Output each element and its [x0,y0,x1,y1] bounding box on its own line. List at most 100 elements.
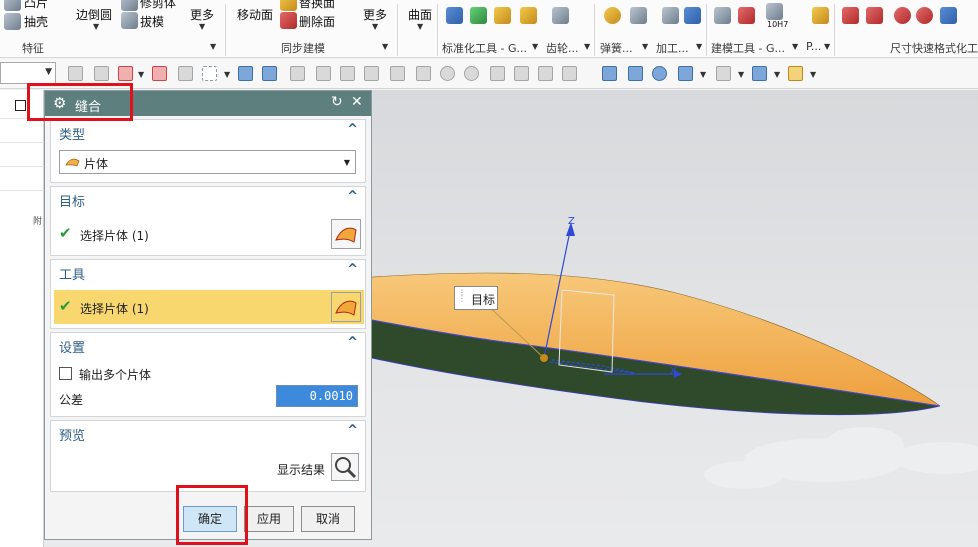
std-tool-icon[interactable] [494,7,511,24]
std-tool-icon[interactable] [446,7,463,24]
modeling-tool-icon[interactable] [714,7,731,24]
boss-icon[interactable] [4,0,21,11]
dim-tool-icon[interactable] [842,7,859,24]
apply-button[interactable]: 应用 [244,506,294,532]
replace-face-icon[interactable] [280,0,297,11]
select-sheet-button[interactable] [331,292,361,322]
tolerance-field[interactable]: 0.0010 [276,385,358,407]
snap-center-icon[interactable] [440,66,455,81]
trim-body-icon[interactable] [121,0,138,11]
close-icon[interactable]: ✕ [351,94,363,110]
reset-icon[interactable]: ↻ [331,94,343,110]
dim-tool-icon[interactable] [866,7,883,24]
modeling-tools-dropdown-icon[interactable]: ▼ [792,42,798,51]
boss-label[interactable]: 凸片 [24,0,48,11]
chevron-down-icon[interactable]: ▼ [700,70,706,79]
spring-icon[interactable] [604,7,621,24]
snap-face-icon[interactable] [538,66,553,81]
shell-icon[interactable] [4,13,21,30]
section-title-tool[interactable]: 工具 [59,264,85,283]
snap-point-icon[interactable] [490,66,505,81]
snap-grid-icon[interactable] [562,66,577,81]
delete-face-icon[interactable] [280,12,297,29]
navigator-checkbox[interactable] [15,100,26,111]
snap-icon[interactable] [94,66,109,81]
edge-blend-dropdown-icon[interactable]: ▼ [93,22,99,31]
gear-dropdown-icon[interactable]: ▼ [584,42,590,51]
snap-quadrant-icon[interactable] [464,66,479,81]
undo-arrow-icon[interactable] [940,7,957,24]
chevron-down-icon[interactable]: ▼ [138,70,144,79]
collapse-chevron-icon[interactable]: ^ [347,189,358,204]
chevron-down-icon[interactable]: ▼ [774,70,780,79]
surface-button[interactable]: 曲面 [408,6,432,23]
std-tools-dropdown-icon[interactable]: ▼ [532,42,538,51]
show-result-button[interactable] [331,453,359,481]
more-button[interactable]: 更多 [190,6,214,23]
select-point-icon[interactable] [118,66,133,81]
chevron-down-icon[interactable]: ▼ [344,158,350,167]
edge-blend-button[interactable]: 边倒圆 [76,6,112,23]
modeling-tool-icon[interactable] [738,7,755,24]
snap-line-icon[interactable] [340,66,355,81]
type-select[interactable]: 片体 ▼ [59,150,356,174]
diameter-icon[interactable] [894,7,911,24]
sync-more-dropdown-icon[interactable]: ▼ [372,22,378,31]
snap-intersection-icon[interactable] [416,66,431,81]
draft-icon[interactable] [121,12,138,29]
section-title-target[interactable]: 目标 [59,191,85,210]
snap-line-icon[interactable] [316,66,331,81]
diameter-icon[interactable] [916,7,933,24]
gear-tool-icon[interactable] [552,7,569,24]
chevron-down-icon[interactable]: ▼ [738,70,744,79]
ok-button[interactable]: 确定 [183,506,237,532]
std-tool-icon[interactable] [520,7,537,24]
output-multiple-sheets-checkbox[interactable] [59,367,72,380]
dialog-titlebar[interactable]: ⚙ 缝合 ↻ ✕ [45,91,371,116]
view-orient-icon[interactable] [678,66,693,81]
tool-selection-row[interactable]: ✔ 选择片体 (1) [54,290,364,324]
gear-icon[interactable]: ⚙ [53,94,66,112]
edit-section-icon[interactable] [788,66,803,81]
rectangle-select-icon[interactable] [202,66,217,81]
cube-icon[interactable] [752,66,767,81]
machining-dropdown-icon[interactable]: ▼ [696,42,702,51]
machining-icon[interactable] [662,7,679,24]
collapse-chevron-icon[interactable]: ^ [347,262,358,277]
target-selection-row[interactable]: ✔ 选择片体 (1) [54,217,364,251]
snap-curve-icon[interactable] [364,66,379,81]
std-tool-icon[interactable] [470,7,487,24]
replace-face-label[interactable]: 替换面 [299,0,335,11]
rotate-icon[interactable] [652,66,667,81]
spring-tool-icon[interactable] [630,7,647,24]
select-sheet-button[interactable] [331,219,361,249]
delete-face-label[interactable]: 删除面 [299,13,335,30]
feature-group-dropdown-icon[interactable]: ▼ [210,42,216,51]
snap-icon[interactable] [178,66,193,81]
chevron-down-icon[interactable]: ▼ [45,67,52,77]
draft-label[interactable]: 拔模 [140,13,164,30]
trim-body-label[interactable]: 修剪体 [140,0,176,11]
p-tool-icon[interactable] [812,7,829,24]
cube-view-icon[interactable] [262,66,277,81]
section-title-preview[interactable]: 预览 [59,425,85,444]
snap-icon[interactable] [68,66,83,81]
surface-dropdown-icon[interactable]: ▼ [417,22,423,31]
cancel-button[interactable]: 取消 [301,506,355,532]
snap-curve-icon[interactable] [390,66,405,81]
zoom-icon[interactable] [628,66,643,81]
sync-more-button[interactable]: 更多 [363,6,387,23]
snap-endpoint-icon[interactable] [290,66,305,81]
render-style-icon[interactable] [716,66,731,81]
collapse-chevron-icon[interactable]: ^ [347,122,358,137]
fit-tolerance-icon[interactable] [766,3,783,20]
shaded-view-icon[interactable] [238,66,253,81]
snap-point-icon[interactable] [152,66,167,81]
collapse-chevron-icon[interactable]: ^ [347,335,358,350]
move-face-button[interactable]: 移动面 [237,6,273,23]
shell-label[interactable]: 抽壳 [24,13,48,30]
chevron-down-icon[interactable]: ▼ [224,70,230,79]
section-title-settings[interactable]: 设置 [59,337,85,356]
section-title-type[interactable]: 类型 [59,124,85,143]
fit-view-icon[interactable] [602,66,617,81]
